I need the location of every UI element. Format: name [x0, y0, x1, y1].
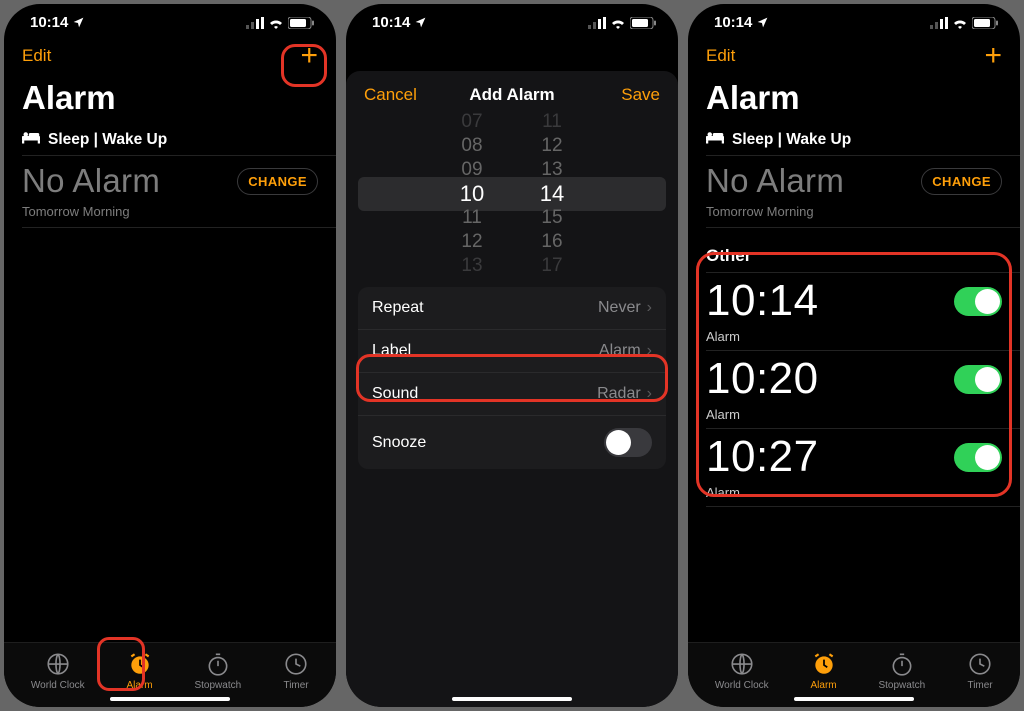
screen-alarm-list: 10:14 Edit + Alarm: [688, 4, 1020, 707]
save-button[interactable]: Save: [600, 85, 660, 105]
tab-stopwatch[interactable]: Stopwatch: [194, 651, 241, 691]
label-row[interactable]: Label Alarm›: [358, 329, 666, 372]
alarm-item[interactable]: 10:27: [688, 429, 1020, 489]
wifi-icon: [952, 17, 968, 29]
sound-label: Sound: [372, 385, 418, 403]
edit-button[interactable]: Edit: [22, 46, 82, 66]
alarm-list: 10:14 Alarm 10:20 Alarm 10:27 Alarm: [688, 273, 1020, 507]
battery-icon: [630, 17, 656, 29]
wifi-icon: [268, 17, 284, 29]
modal-nav-bar: Cancel Add Alarm Save: [346, 71, 678, 111]
status-bar: 10:14: [688, 4, 1020, 31]
tab-alarm[interactable]: Alarm: [811, 651, 837, 691]
tab-alarm[interactable]: Alarm: [127, 651, 153, 691]
nav-bar: Edit +: [4, 31, 336, 73]
repeat-row[interactable]: Repeat Never›: [358, 287, 666, 329]
status-bar: 10:14: [4, 4, 336, 31]
other-section-header: Other: [688, 228, 1020, 272]
alarm-label: Alarm: [688, 485, 1020, 506]
sleep-header-label: Sleep | Wake Up: [48, 131, 167, 149]
change-sleep-button[interactable]: CHANGE: [237, 168, 318, 195]
tab-stopwatch[interactable]: Stopwatch: [878, 651, 925, 691]
alarm-time: 10:14: [706, 279, 819, 323]
alarm-item[interactable]: 10:14: [688, 273, 1020, 333]
cell-signal-icon: [588, 17, 606, 29]
battery-icon: [288, 17, 314, 29]
wifi-icon: [610, 17, 626, 29]
home-indicator[interactable]: [110, 697, 230, 701]
chevron-right-icon: ›: [647, 299, 652, 317]
alarm-settings-list: Repeat Never› Label Alarm› Sound Radar› …: [358, 287, 666, 469]
alarm-toggle[interactable]: [954, 443, 1002, 472]
tab-world-clock[interactable]: World Clock: [715, 651, 769, 691]
alarm-toggle[interactable]: [954, 365, 1002, 394]
bed-icon: [22, 131, 40, 149]
add-alarm-button[interactable]: +: [258, 45, 318, 67]
status-bar: 10:14: [346, 4, 678, 31]
cancel-button[interactable]: Cancel: [364, 85, 424, 105]
edit-button[interactable]: Edit: [706, 46, 766, 66]
snooze-toggle[interactable]: [604, 428, 652, 457]
page-title: Alarm: [4, 73, 336, 123]
no-alarm-title: No Alarm: [22, 162, 160, 200]
chevron-right-icon: ›: [647, 385, 652, 403]
alarm-label: Alarm: [688, 407, 1020, 428]
minute-wheel[interactable]: 11 12 13 14 15 16 17: [512, 111, 592, 277]
tab-timer[interactable]: Timer: [967, 651, 993, 691]
no-alarm-subtitle: Tomorrow Morning: [688, 204, 1020, 227]
tab-world-clock[interactable]: World Clock: [31, 651, 85, 691]
change-sleep-button[interactable]: CHANGE: [921, 168, 1002, 195]
repeat-label: Repeat: [372, 299, 424, 317]
page-title: Alarm: [688, 73, 1020, 123]
hour-wheel[interactable]: 07 08 09 10 11 12 13: [432, 111, 512, 277]
cell-signal-icon: [930, 17, 948, 29]
time-picker[interactable]: 07 08 09 10 11 12 13 11 12 13 14 15 16 1…: [358, 119, 666, 269]
add-alarm-button[interactable]: +: [942, 45, 1002, 67]
screen-alarm-empty: 10:14 Edit + Alarm: [4, 4, 336, 707]
battery-icon: [972, 17, 998, 29]
home-indicator[interactable]: [452, 697, 572, 701]
location-icon: [756, 16, 769, 29]
cell-signal-icon: [246, 17, 264, 29]
screen-add-alarm: 10:14 Cancel Add Alarm: [346, 4, 678, 707]
bed-icon: [706, 131, 724, 149]
location-icon: [72, 16, 85, 29]
tab-timer[interactable]: Timer: [283, 651, 309, 691]
sleep-header-label: Sleep | Wake Up: [732, 131, 851, 149]
snooze-row: Snooze: [358, 415, 666, 469]
label-label: Label: [372, 342, 411, 360]
location-icon: [414, 16, 427, 29]
sleep-section-header: Sleep | Wake Up: [688, 123, 1020, 155]
no-alarm-subtitle: Tomorrow Morning: [4, 204, 336, 227]
alarm-label: Alarm: [688, 329, 1020, 350]
alarm-toggle[interactable]: [954, 287, 1002, 316]
snooze-label: Snooze: [372, 434, 426, 452]
modal-title: Add Alarm: [424, 85, 600, 105]
status-time: 10:14: [372, 14, 410, 31]
no-alarm-title: No Alarm: [706, 162, 844, 200]
home-indicator[interactable]: [794, 697, 914, 701]
status-time: 10:14: [30, 14, 68, 31]
status-time: 10:14: [714, 14, 752, 31]
sound-row[interactable]: Sound Radar›: [358, 372, 666, 415]
chevron-right-icon: ›: [647, 342, 652, 360]
nav-bar: Edit +: [688, 31, 1020, 73]
alarm-item[interactable]: 10:20: [688, 351, 1020, 411]
alarm-time: 10:27: [706, 435, 819, 479]
sleep-section-header: Sleep | Wake Up: [4, 123, 336, 155]
alarm-time: 10:20: [706, 357, 819, 401]
